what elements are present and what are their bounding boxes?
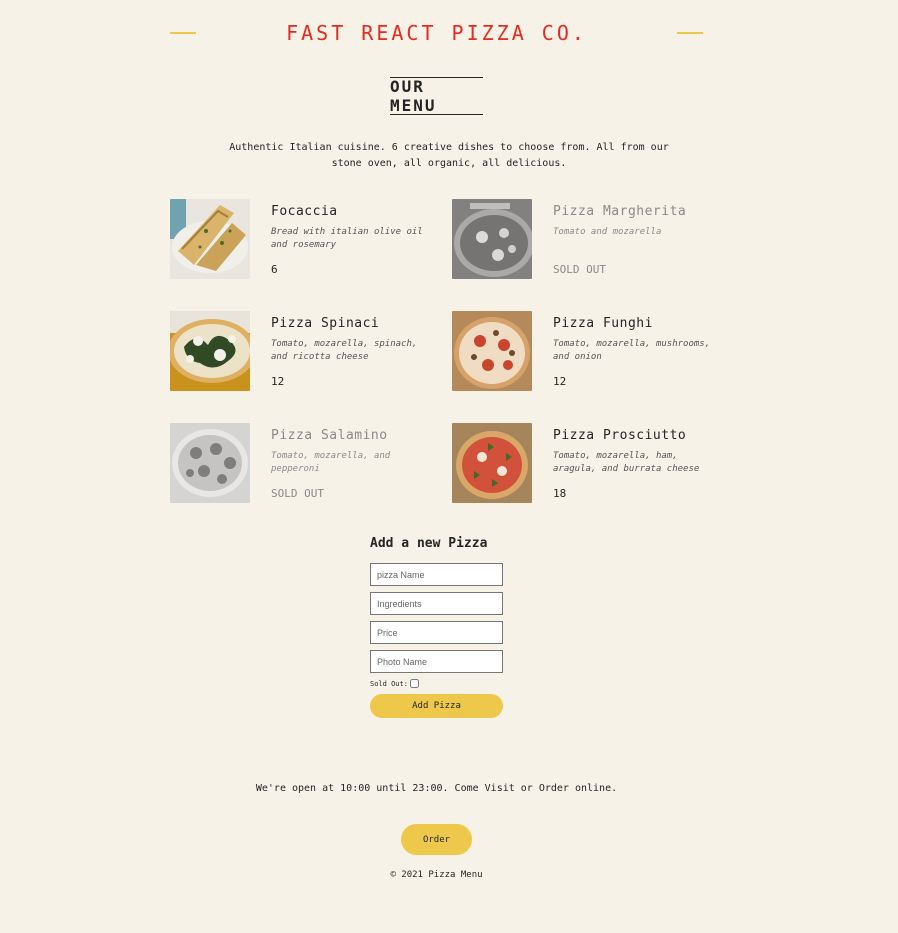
add-pizza-button[interactable]: Add Pizza [370, 694, 503, 718]
spinaci-photo [170, 311, 250, 391]
prosciutto-photo [452, 423, 532, 503]
pizza-name: Focaccia [271, 204, 338, 219]
salamino-photo [170, 423, 250, 503]
pizza-item-salamino: Pizza Salamino Tomato, mozarella, and pe… [170, 423, 430, 503]
opening-hours: We're open at 10:00 until 23:00. Come Vi… [255, 783, 618, 794]
order-button[interactable]: Order [401, 824, 472, 855]
header-rule-left [170, 32, 196, 34]
focaccia-photo [170, 199, 250, 279]
sold-out-checkbox[interactable] [409, 679, 419, 688]
pizza-ingredients: Tomato, mozarella, spinach, and ricotta … [271, 339, 418, 362]
add-pizza-form: Add a new Pizza Sold Out: Add Pizza [370, 536, 503, 718]
header-rule-right [676, 32, 703, 34]
pizza-ingredients: Tomato, mozarella, and pepperoni [271, 451, 391, 474]
sold-out-field: Sold Out: [370, 679, 503, 688]
funghi-photo [452, 311, 532, 391]
pizza-price: 12 [271, 375, 285, 388]
pizza-ingredients: Tomato, mozarella, ham, aragula, and bur… [553, 451, 700, 474]
pizza-item-spinaci: Pizza Spinaci Tomato, mozarella, spinach… [170, 311, 430, 391]
pizza-price: 12 [553, 375, 567, 388]
sold-out-field-label: Sold Out: [370, 679, 408, 688]
form-heading: Add a new Pizza [370, 536, 488, 551]
sold-out-label: SOLD OUT [271, 487, 324, 500]
pizza-name: Pizza Salamino [271, 428, 388, 443]
pizza-item-margherita: Pizza Margherita Tomato and mozarella SO… [452, 199, 712, 279]
pizza-item-focaccia: Focaccia Bread with italian olive oil an… [170, 199, 430, 279]
sold-out-label: SOLD OUT [553, 263, 606, 276]
menu-heading: OUR MENU [390, 77, 483, 115]
menu-intro: Authentic Italian cuisine. 6 creative di… [229, 142, 669, 169]
pizza-name: Pizza Margherita [553, 204, 687, 219]
pizza-ingredients: Tomato and mozarella [553, 227, 662, 237]
copyright: © 2021 Pizza Menu [390, 870, 483, 880]
pizza-price: 18 [553, 487, 567, 500]
ingredients-input[interactable] [370, 592, 503, 615]
pizza-name: Pizza Funghi [553, 316, 653, 331]
pizza-ingredients: Tomato, mozarella, mushrooms, and onion [553, 339, 711, 362]
pizza-price: 6 [271, 263, 278, 276]
pizza-item-prosciutto: Pizza Prosciutto Tomato, mozarella, ham,… [452, 423, 712, 503]
site-header: FAST REACT PIZZA CO. [170, 18, 703, 48]
brand-title: FAST REACT PIZZA CO. [286, 21, 587, 45]
pizza-ingredients: Bread with italian olive oil and rosemar… [271, 227, 423, 250]
pizza-name-input[interactable] [370, 563, 503, 586]
pizza-name: Pizza Spinaci [271, 316, 380, 331]
price-input[interactable] [370, 621, 503, 644]
photo-name-input[interactable] [370, 650, 503, 673]
margherita-photo [452, 199, 532, 279]
pizza-item-funghi: Pizza Funghi Tomato, mozarella, mushroom… [452, 311, 712, 391]
pizza-name: Pizza Prosciutto [553, 428, 687, 443]
